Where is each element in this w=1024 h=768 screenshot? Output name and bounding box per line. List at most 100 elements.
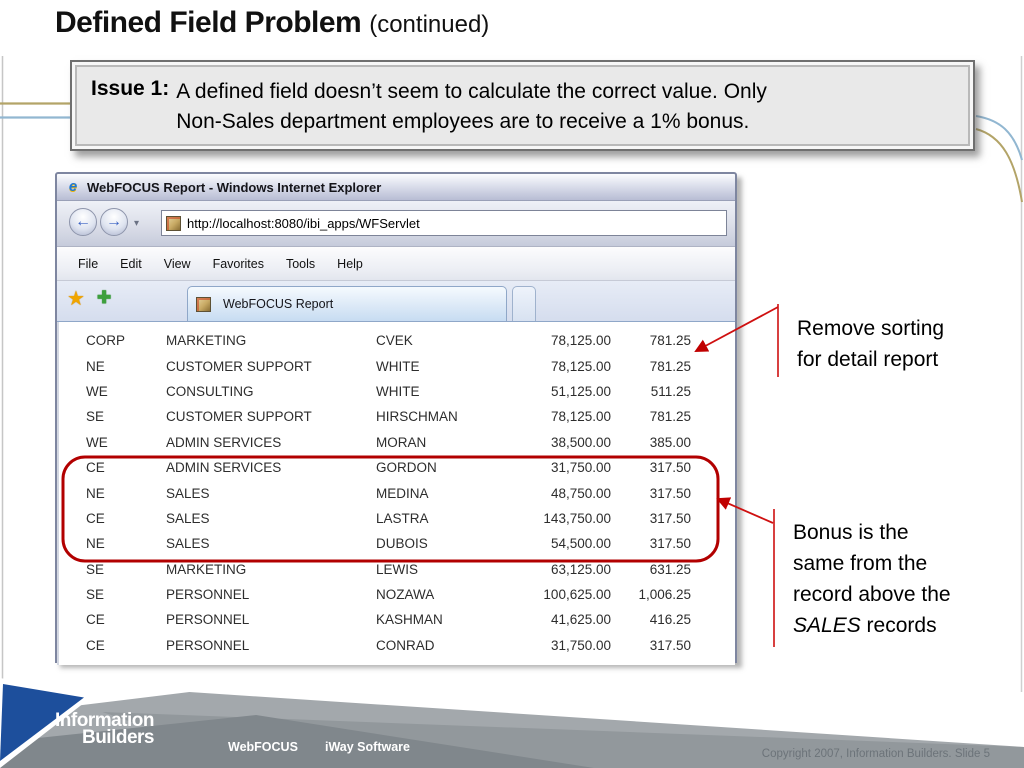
browser-navbar: ← → ▾ http://localhost:8080/ibi_apps/WFS…	[57, 201, 735, 247]
cell: CONSULTING	[166, 383, 254, 399]
cell: MEDINA	[376, 485, 429, 501]
cell: 54,500.00	[550, 536, 611, 552]
information-builders-logo: Information Builders	[52, 711, 155, 748]
cell: ADMIN SERVICES	[166, 434, 282, 450]
cell: 51,125.00	[550, 383, 611, 399]
cell: SALES	[166, 510, 210, 526]
cell: CUSTOMER SUPPORT	[166, 409, 312, 425]
browser-window: e WebFOCUS Report - Windows Internet Exp…	[55, 172, 737, 665]
cell: 41,625.00	[550, 612, 611, 628]
note2-line4-rest: records	[860, 614, 937, 637]
history-dropdown-icon[interactable]: ▾	[134, 218, 139, 229]
new-tab-stub[interactable]	[512, 286, 536, 321]
cell: NOZAWA	[376, 587, 435, 603]
add-favorite-icon[interactable]: ✚	[97, 288, 111, 308]
cell: HIRSCHMAN	[376, 409, 458, 425]
brand-webfocus: WebFOCUS	[228, 740, 298, 754]
cell: 78,125.00	[550, 358, 611, 374]
note2-line3: record above the	[793, 583, 951, 606]
cell: 78,125.00	[550, 409, 611, 425]
issue-text-line2: Non-Sales department employees are to re…	[176, 110, 750, 133]
cell: ADMIN SERVICES	[166, 460, 282, 476]
cell: MARKETING	[166, 561, 247, 577]
issue-callout-box: Issue 1: A defined field doesn’t seem to…	[70, 60, 975, 151]
cell: PERSONNEL	[166, 612, 250, 628]
cell: 143,750.00	[543, 510, 611, 526]
menu-item-view[interactable]: View	[153, 253, 202, 275]
cell: CE	[86, 460, 105, 476]
cell: SE	[86, 561, 105, 577]
cell: CORP	[86, 333, 126, 349]
cell: 317.50	[649, 510, 691, 526]
forward-button[interactable]: →	[100, 208, 128, 236]
cell: MARKETING	[166, 333, 247, 349]
menu-item-file[interactable]: File	[67, 253, 109, 275]
issue-text: A defined field doesn’t seem to calculat…	[176, 77, 767, 137]
note-remove-sorting: Remove sorting for detail report	[797, 313, 944, 375]
report-content: CORP MARKETING CVEK 78,125.00 781.25 NE CUSTO…	[57, 321, 735, 665]
slide: Defined Field Problem (continued) Issue 1…	[0, 0, 1024, 768]
cell: 416.25	[649, 612, 691, 628]
webfocus-favicon	[166, 215, 181, 231]
internet-explorer-icon: e	[68, 178, 78, 195]
tab-label: WebFOCUS Report	[223, 297, 334, 311]
copyright-text: Copyright 2007, Information Builders. Sl…	[761, 748, 990, 760]
cell: DUBOIS	[376, 536, 428, 552]
back-button[interactable]: ←	[69, 208, 97, 236]
brand-iway-software: iWay Software	[325, 740, 410, 754]
cell: 31,750.00	[550, 637, 611, 653]
cell: CE	[86, 637, 105, 653]
cell: 63,125.00	[550, 561, 611, 577]
cell: 100,625.00	[543, 587, 611, 603]
cell: 631.25	[649, 561, 691, 577]
cell: CVEK	[376, 333, 413, 349]
menu-item-favorites[interactable]: Favorites	[202, 253, 275, 275]
blue-accent-curve	[975, 115, 1023, 161]
browser-titlebar[interactable]: e WebFOCUS Report - Windows Internet Exp…	[57, 174, 735, 201]
cell: CUSTOMER SUPPORT	[166, 358, 312, 374]
cell: CONRAD	[376, 637, 435, 653]
menu-item-help[interactable]: Help	[326, 253, 374, 275]
cell: 317.50	[649, 460, 691, 476]
note-bonus-same: Bonus is the same from the record above …	[793, 517, 951, 641]
cell: GORDON	[376, 460, 437, 476]
cell: 511.25	[650, 383, 691, 399]
address-bar[interactable]: http://localhost:8080/ibi_apps/WFServlet	[161, 210, 727, 236]
report-table: CORP MARKETING CVEK 78,125.00 781.25 NE CUSTO…	[57, 322, 735, 658]
cell: WHITE	[376, 383, 420, 399]
cell: LEWIS	[376, 561, 419, 577]
cell: WHITE	[376, 358, 420, 374]
footer: Information Builders WebFOCUS iWay Softw…	[0, 668, 1024, 768]
cell: CE	[86, 612, 105, 628]
logo-line2: Builders	[81, 727, 155, 748]
cell: 78,125.00	[550, 333, 611, 349]
cell: SE	[86, 409, 105, 425]
menu-item-edit[interactable]: Edit	[109, 253, 153, 275]
note2-sales-italic: SALES	[793, 614, 861, 637]
cell: NE	[86, 536, 105, 552]
cell: MORAN	[376, 434, 427, 450]
cell: NE	[86, 358, 105, 374]
cell: 317.50	[649, 485, 691, 501]
cell: 781.25	[649, 409, 691, 425]
cell: PERSONNEL	[166, 587, 250, 603]
page-title-suffix: (continued)	[369, 11, 490, 38]
address-url: http://localhost:8080/ibi_apps/WFServlet	[187, 215, 420, 231]
issue-label: Issue 1:	[91, 77, 170, 100]
cell: WE	[86, 434, 108, 450]
menu-item-tools[interactable]: Tools	[275, 253, 326, 275]
cell: 38,500.00	[550, 434, 611, 450]
cell: KASHMAN	[376, 612, 443, 628]
favorites-star-icon[interactable]: ★	[67, 286, 85, 311]
window-title: WebFOCUS Report - Windows Internet Explo…	[87, 179, 382, 195]
cell: WE	[86, 383, 108, 399]
browser-tabbar: ★ ✚ WebFOCUS Report	[57, 281, 735, 321]
issue-text-line1: A defined field doesn’t seem to calculat…	[176, 80, 767, 103]
cell: 31,750.00	[550, 460, 611, 476]
tab-webfocus-report[interactable]: WebFOCUS Report	[187, 286, 507, 321]
cell: 781.25	[649, 358, 691, 374]
note2-line4: SALES records	[793, 610, 951, 641]
note2-line2: same from the	[793, 552, 928, 575]
note1-line1: Remove sorting	[797, 317, 945, 340]
cell: 48,750.00	[550, 485, 611, 501]
